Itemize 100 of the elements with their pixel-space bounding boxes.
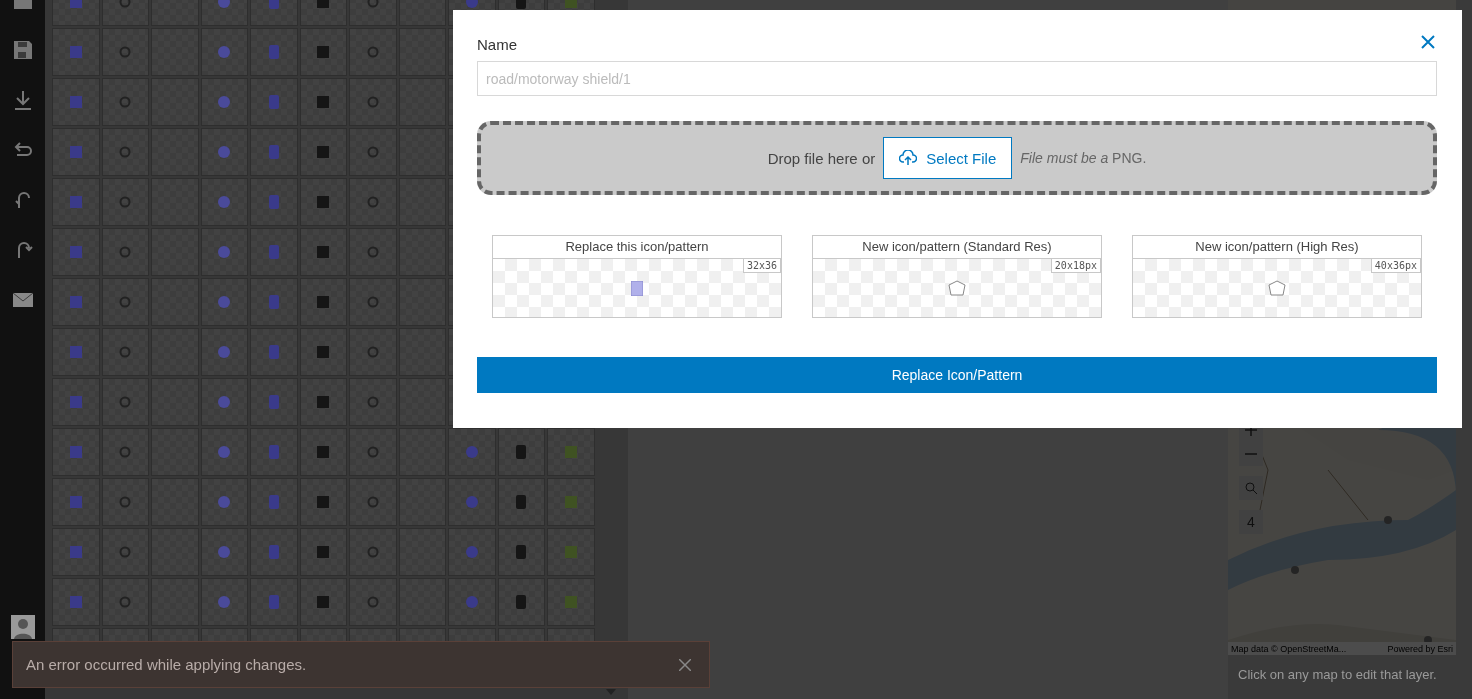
sprite-tile[interactable] xyxy=(200,528,248,576)
sprite-tile[interactable] xyxy=(101,78,149,126)
sprite-tile[interactable] xyxy=(52,578,100,626)
sprite-tile[interactable] xyxy=(299,578,347,626)
sprite-tile[interactable] xyxy=(52,328,100,376)
sprite-tile[interactable] xyxy=(349,328,397,376)
sprite-tile[interactable] xyxy=(299,78,347,126)
sprite-tile[interactable] xyxy=(547,478,595,526)
close-icon[interactable] xyxy=(1421,35,1435,49)
sprite-tile[interactable] xyxy=(101,128,149,176)
search-button[interactable] xyxy=(1239,476,1263,500)
sprite-tile[interactable] xyxy=(200,378,248,426)
sprite-tile[interactable] xyxy=(299,28,347,76)
sprite-tile[interactable] xyxy=(349,428,397,476)
sprite-tile[interactable] xyxy=(200,278,248,326)
sprite-tile[interactable] xyxy=(349,78,397,126)
sprite-tile[interactable] xyxy=(299,228,347,276)
sprite-tile[interactable] xyxy=(299,328,347,376)
sprite-tile[interactable] xyxy=(200,428,248,476)
sprite-tile[interactable] xyxy=(52,278,100,326)
sprite-tile[interactable] xyxy=(497,528,545,576)
avatar-icon[interactable] xyxy=(10,615,35,639)
sprite-tile[interactable] xyxy=(101,428,149,476)
map-hint: Click on any map to edit that layer. xyxy=(1237,666,1438,682)
sprite-tile[interactable] xyxy=(250,228,298,276)
sprite-tile[interactable] xyxy=(299,128,347,176)
sprite-tile[interactable] xyxy=(101,228,149,276)
dot-icon xyxy=(465,446,478,458)
sprite-tile[interactable] xyxy=(101,378,149,426)
sprite-tile[interactable] xyxy=(101,328,149,376)
sprite-tile[interactable] xyxy=(52,228,100,276)
sprite-tile[interactable] xyxy=(52,178,100,226)
sprite-tile[interactable] xyxy=(299,278,347,326)
sprite-tile[interactable] xyxy=(299,528,347,576)
sprite-tile[interactable] xyxy=(200,178,248,226)
sprite-tile[interactable] xyxy=(250,528,298,576)
sprite-tile[interactable] xyxy=(250,378,298,426)
sprite-tile[interactable] xyxy=(101,278,149,326)
sprite-tile[interactable] xyxy=(101,528,149,576)
sprite-tile[interactable] xyxy=(250,328,298,376)
sprite-tile[interactable] xyxy=(448,478,496,526)
sprite-tile[interactable] xyxy=(101,28,149,76)
sprite-tile[interactable] xyxy=(299,378,347,426)
map-attribution[interactable]: Map data © OpenStreetMa... xyxy=(1231,643,1347,654)
sprite-tile[interactable] xyxy=(250,428,298,476)
sprite-tile[interactable] xyxy=(547,528,595,576)
sprite-tile[interactable] xyxy=(299,178,347,226)
select-file-button[interactable]: Select File xyxy=(883,137,1013,179)
sprite-tile[interactable] xyxy=(52,28,100,76)
sprite-tile[interactable] xyxy=(349,378,397,426)
sprite-tile[interactable] xyxy=(497,428,545,476)
sprite-tile[interactable] xyxy=(52,528,100,576)
sprite-tile[interactable] xyxy=(448,428,496,476)
sprite-tile[interactable] xyxy=(497,578,545,626)
sprite-tile[interactable] xyxy=(349,28,397,76)
sprite-tile[interactable] xyxy=(250,278,298,326)
sprite-tile[interactable] xyxy=(299,428,347,476)
sprite-tile[interactable] xyxy=(250,78,298,126)
dot-icon xyxy=(218,46,231,58)
replace-button[interactable]: Replace Icon/Pattern xyxy=(477,357,1437,393)
sprite-tile[interactable] xyxy=(250,28,298,76)
name-field[interactable]: road/motorway shield/1 xyxy=(477,61,1437,96)
sprite-tile[interactable] xyxy=(349,228,397,276)
sprite-tile[interactable] xyxy=(299,478,347,526)
sprite-tile[interactable] xyxy=(52,378,100,426)
sprite-tile[interactable] xyxy=(52,128,100,176)
sprite-tile[interactable] xyxy=(200,28,248,76)
sprite-tile[interactable] xyxy=(52,428,100,476)
sprite-tile[interactable] xyxy=(250,478,298,526)
sprite-tile[interactable] xyxy=(497,478,545,526)
sprite-tile[interactable] xyxy=(101,478,149,526)
sprite-tile[interactable] xyxy=(200,128,248,176)
sprite-tile[interactable] xyxy=(349,178,397,226)
sprite-tile[interactable] xyxy=(200,578,248,626)
dot-icon xyxy=(218,596,231,608)
sprite-tile[interactable] xyxy=(200,78,248,126)
close-icon[interactable] xyxy=(679,658,691,671)
sprite-tile[interactable] xyxy=(250,128,298,176)
drop-zone[interactable]: Drop file here or Select File File must be a PNG. xyxy=(477,121,1437,195)
dot-icon xyxy=(465,496,478,508)
sprite-tile[interactable] xyxy=(448,578,496,626)
sprite-tile[interactable] xyxy=(349,478,397,526)
sprite-tile[interactable] xyxy=(52,478,100,526)
sprite-tile[interactable] xyxy=(448,528,496,576)
sprite-tile[interactable] xyxy=(547,428,595,476)
sprite-tile[interactable] xyxy=(52,78,100,126)
powered-by-link[interactable]: Powered by Esri xyxy=(1387,643,1453,654)
sprite-tile[interactable] xyxy=(200,478,248,526)
sprite-tile[interactable] xyxy=(547,578,595,626)
sprite-tile[interactable] xyxy=(101,178,149,226)
sprite-tile[interactable] xyxy=(349,128,397,176)
sprite-tile[interactable] xyxy=(250,578,298,626)
sprite-tile[interactable] xyxy=(200,228,248,276)
sprite-tile[interactable] xyxy=(349,578,397,626)
sprite-tile[interactable] xyxy=(349,278,397,326)
sprite-tile[interactable] xyxy=(250,178,298,226)
sprite-tile[interactable] xyxy=(349,528,397,576)
sprite-tile[interactable] xyxy=(101,578,149,626)
sprite-tile[interactable] xyxy=(200,328,248,376)
ring-icon xyxy=(366,496,379,508)
